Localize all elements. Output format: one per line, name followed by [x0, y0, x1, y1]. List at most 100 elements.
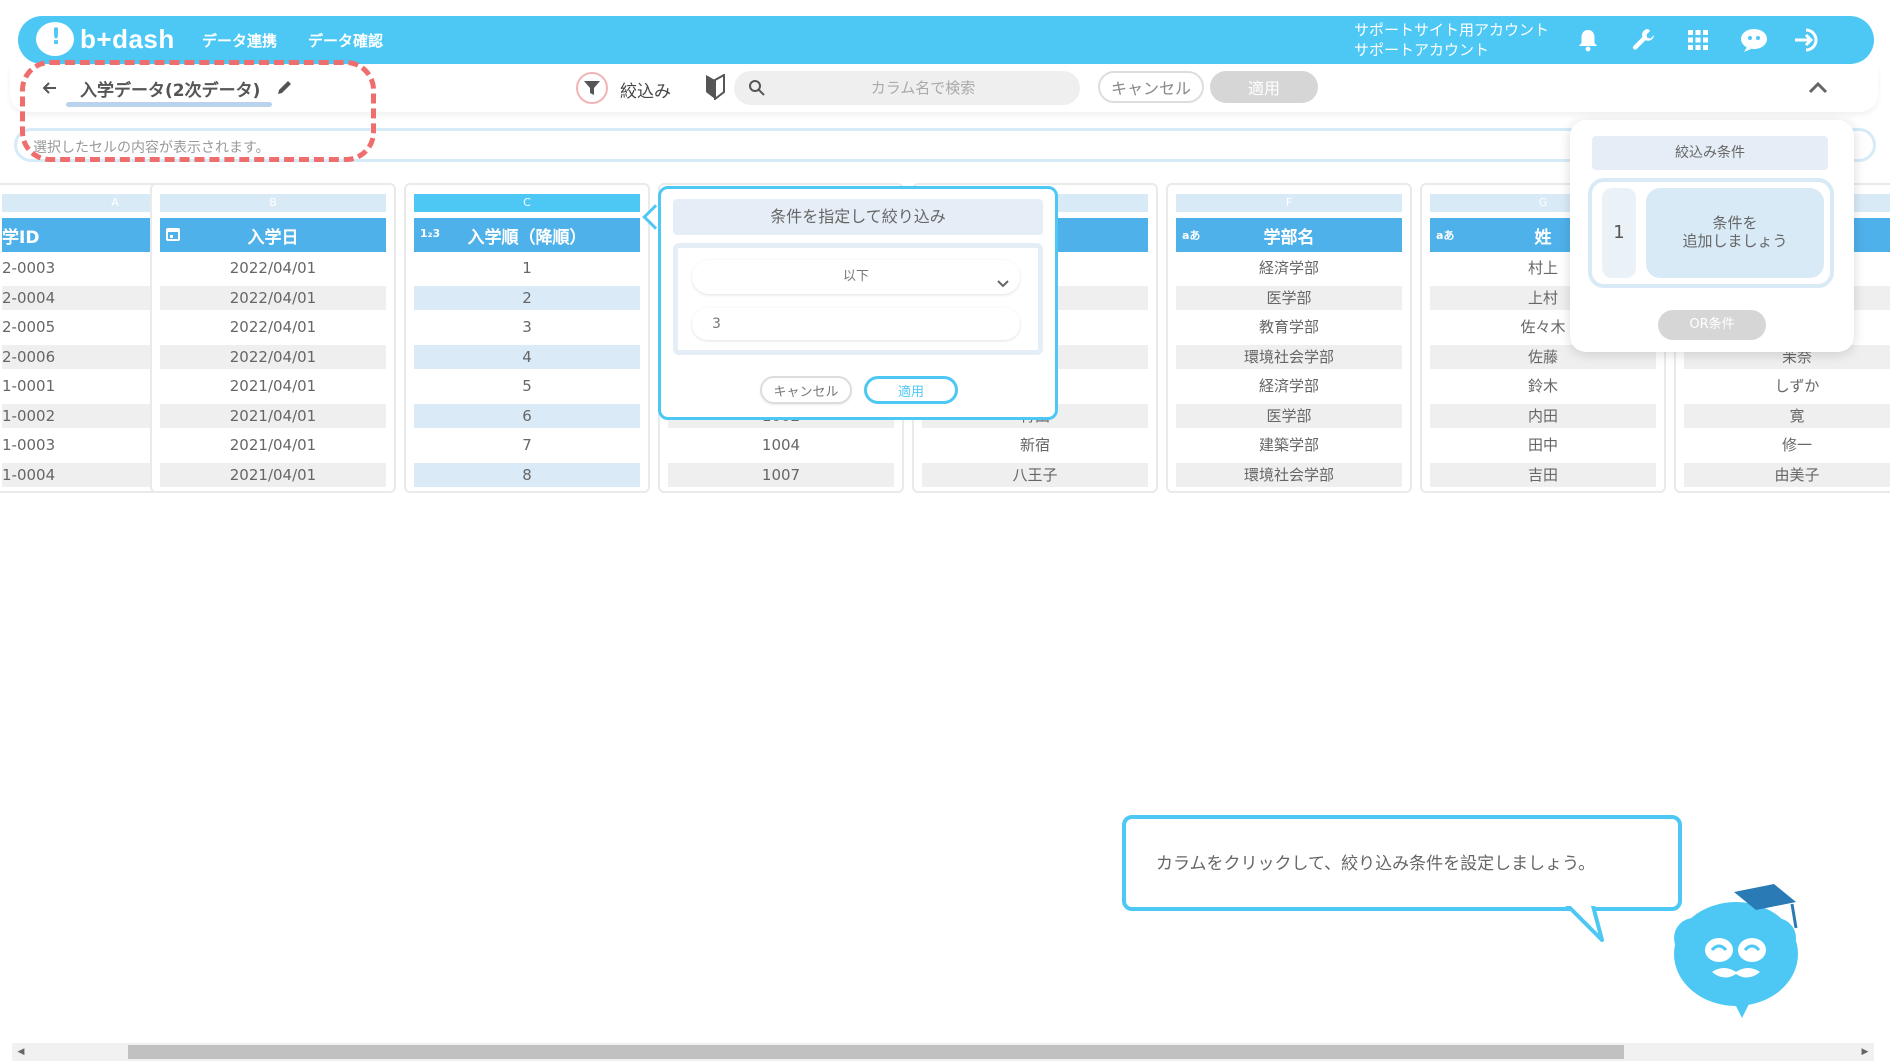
table-cell[interactable]: 1 — [414, 256, 640, 280]
cancel-button[interactable]: キャンセル — [1098, 71, 1204, 103]
bell-icon[interactable] — [1572, 24, 1604, 56]
table-cell[interactable]: 2022/04/01 — [160, 344, 386, 369]
top-bar: b+dash データ連携 データ確認 サポートサイト用アカウント サポートアカウ… — [18, 16, 1874, 64]
table-cell[interactable]: 経済学部 — [1176, 374, 1402, 398]
scroll-right-arrow-icon[interactable]: ▶ — [1858, 1045, 1872, 1059]
table-cell[interactable]: 2021/04/01 — [160, 403, 386, 428]
popover-title: 条件を指定して絞り込み — [673, 199, 1043, 235]
column-search-input[interactable] — [778, 71, 1068, 105]
table-cell[interactable]: 1004 — [668, 433, 894, 457]
table-cell[interactable]: 5 — [414, 374, 640, 398]
popover-apply-button[interactable]: 適用 — [864, 376, 958, 404]
column-cells: 1 2 3 4 5 6 7 8 — [414, 256, 640, 492]
table-cell[interactable]: 教育学部 — [1176, 315, 1402, 339]
column-title: 学部名 — [1263, 227, 1315, 248]
apply-button[interactable]: 適用 — [1210, 71, 1318, 103]
add-condition-line-2: 追加しましょう — [1682, 232, 1788, 250]
table-cell[interactable]: 4 — [414, 344, 640, 369]
column-c[interactable]: C 1₂3 入学順（降順） 1 2 3 4 5 6 7 8 — [404, 183, 650, 493]
table-cell[interactable]: 建築学部 — [1176, 433, 1402, 457]
column-title: 姓 — [1534, 227, 1552, 248]
search-icon — [748, 79, 766, 97]
column-cells: 経済学部 医学部 教育学部 環境社会学部 経済学部 医学部 建築学部 環境社会学部 — [1176, 256, 1402, 492]
conditions-title: 絞込み条件 — [1592, 136, 1828, 170]
table-cell[interactable]: 2022/04/01 — [160, 285, 386, 310]
table-cell[interactable]: 2 — [414, 285, 640, 310]
table-cell[interactable]: 3 — [414, 315, 640, 339]
column-f[interactable]: Faあ 学部名 経済学部 医学部 教育学部 環境社会学部 経済学部 医学部 建築学部 環境社会学部 — [1166, 183, 1412, 493]
beginner-mark-icon[interactable] — [704, 73, 726, 102]
column-title: 入学日 — [247, 227, 299, 248]
table-cell[interactable]: 2021/04/01 — [160, 462, 386, 487]
scroll-left-arrow-icon[interactable]: ◀ — [14, 1045, 28, 1059]
number-type-icon: 1₂3 — [420, 227, 441, 240]
table-cell[interactable]: 医学部 — [1176, 285, 1402, 310]
table-cell[interactable]: 2022/04/01 — [160, 315, 386, 339]
column-title: 入学順（降順） — [467, 227, 587, 248]
table-cell[interactable]: 1007 — [668, 462, 894, 487]
column-search — [734, 71, 1080, 105]
highlight-dashed-outline — [20, 60, 376, 162]
table-cell[interactable]: 2021/04/01 — [160, 433, 386, 457]
column-letter[interactable]: C — [414, 194, 640, 212]
column-cells: 2022/04/01 2022/04/01 2022/04/01 2022/04/01… — [160, 256, 386, 492]
table-cell[interactable]: 2021/04/01 — [160, 374, 386, 398]
column-letter[interactable]: B — [160, 194, 386, 212]
table-cell[interactable]: 環境社会学部 — [1176, 462, 1402, 487]
filter-value-input[interactable]: 3 — [692, 308, 1020, 340]
table-cell[interactable]: 由美子 — [1684, 462, 1890, 487]
popover-cancel-button[interactable]: キャンセル — [760, 376, 852, 404]
table-cell[interactable]: 環境社会学部 — [1176, 344, 1402, 369]
condition-number: 1 — [1602, 188, 1636, 278]
horizontal-scrollbar[interactable]: ◀ ▶ — [12, 1043, 1874, 1061]
account-line-1: サポートサイト用アカウント — [1354, 21, 1550, 39]
table-cell[interactable]: 経済学部 — [1176, 256, 1402, 280]
table-cell[interactable]: 内田 — [1430, 403, 1656, 428]
nav-data-check[interactable]: データ確認 — [308, 30, 383, 51]
account-info[interactable]: サポートサイト用アカウント サポートアカウント — [1354, 20, 1549, 60]
logo-mark-icon — [36, 22, 74, 56]
column-header[interactable]: aあ 学部名 — [1176, 218, 1402, 252]
table-cell[interactable]: 吉田 — [1430, 462, 1656, 487]
column-header[interactable]: 1₂3 入学順（降順） — [414, 218, 640, 252]
column-letter[interactable]: F — [1176, 194, 1402, 212]
table-cell[interactable]: 8 — [414, 462, 640, 487]
nav-data-link[interactable]: データ連携 — [202, 30, 277, 51]
table-cell[interactable]: 田中 — [1430, 433, 1656, 457]
column-b[interactable]: B 入学日 2022/04/01 2022/04/01 2022/04/01 2022/0… — [150, 183, 396, 493]
hint-text: カラムをクリックして、絞り込み条件を設定しましょう。 — [1156, 854, 1596, 874]
table-cell[interactable]: しずか — [1684, 374, 1890, 398]
chevron-down-icon — [996, 270, 1010, 288]
operator-select[interactable]: 以下 — [692, 260, 1020, 294]
operator-value: 以下 — [842, 269, 869, 284]
add-condition-line-1: 条件を — [1712, 214, 1758, 232]
mascot-chat-icon[interactable] — [1738, 24, 1770, 56]
filter-icon[interactable] — [576, 72, 608, 104]
filter-popover: 条件を指定して絞り込み — [658, 186, 1058, 420]
column-title: 学ID — [2, 227, 40, 248]
table-cell[interactable]: 6 — [414, 403, 640, 428]
table-cell[interactable]: 7 — [414, 433, 640, 457]
table-cell[interactable]: 寛 — [1684, 403, 1890, 428]
column-header[interactable]: 入学日 — [160, 218, 386, 252]
grid-icon[interactable] — [1682, 24, 1714, 56]
scrollbar-thumb[interactable] — [128, 1045, 1624, 1059]
hint-bubble: カラムをクリックして、絞り込み条件を設定しましょう。 — [1122, 815, 1682, 911]
logout-icon[interactable] — [1792, 24, 1824, 56]
table-cell[interactable]: 医学部 — [1176, 403, 1402, 428]
or-condition-button[interactable]: OR条件 — [1658, 310, 1766, 340]
chevron-up-icon[interactable] — [1806, 76, 1830, 100]
condition-group: 1 条件を 追加しましょう — [1588, 178, 1834, 288]
filter-label: 絞込み — [620, 82, 671, 102]
table-cell[interactable]: 八王子 — [922, 462, 1148, 487]
table-cell[interactable]: 修一 — [1684, 433, 1890, 457]
add-condition-slot[interactable]: 条件を 追加しましょう — [1646, 188, 1824, 278]
conditions-panel: 絞込み条件 1 条件を 追加しましょう OR条件 — [1570, 120, 1854, 352]
table-cell[interactable]: 新宿 — [922, 433, 1148, 457]
table-cell[interactable]: 鈴木 — [1430, 374, 1656, 398]
wrench-icon[interactable] — [1628, 24, 1660, 56]
table-cell[interactable]: 2022/04/01 — [160, 256, 386, 280]
account-line-2: サポートアカウント — [1354, 41, 1490, 59]
hint-bubble-tail — [1562, 900, 1604, 942]
logo[interactable]: b+dash — [36, 22, 175, 56]
